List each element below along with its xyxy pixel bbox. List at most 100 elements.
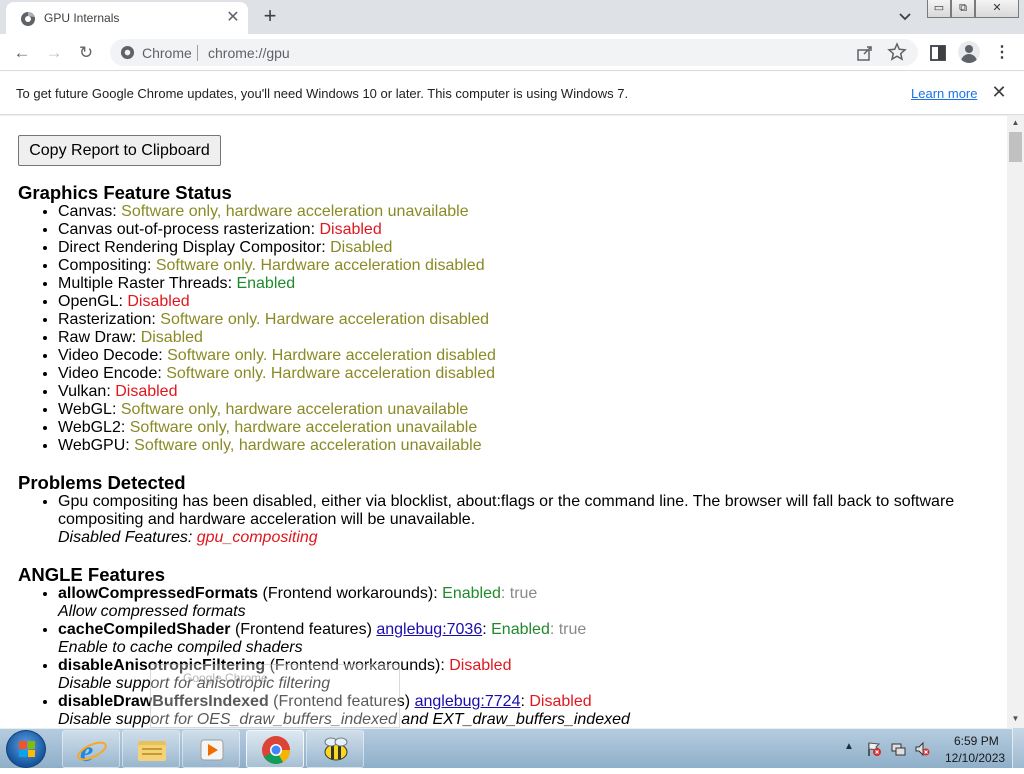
- back-button[interactable]: ←: [9, 40, 35, 66]
- feature-name: WebGL2: [58, 419, 121, 436]
- tab-gpu-internals[interactable]: GPU Internals ✕: [6, 2, 248, 34]
- problem-item: Gpu compositing has been disabled, eithe…: [58, 493, 954, 547]
- share-icon[interactable]: [855, 43, 875, 63]
- feature-name: Video Decode: [58, 347, 159, 364]
- action-center-flag-icon[interactable]: [866, 741, 882, 757]
- scroll-up-arrow-icon[interactable]: ▲: [1007, 116, 1024, 130]
- media-player-icon: [200, 739, 224, 761]
- tab-search-icon[interactable]: [895, 8, 915, 26]
- windows-taskbar: e ▲ 6:59 PM 12/10/2023: [0, 728, 1024, 768]
- angle-feature-category: (Frontend features): [230, 621, 377, 638]
- taskbar-app-bee[interactable]: [306, 730, 364, 768]
- ghost-notification-text: Google Chrome: [183, 671, 268, 685]
- angle-feature-status: Disabled: [529, 693, 592, 710]
- feature-status: Software only. Hardware acceleration dis…: [160, 311, 490, 328]
- windows-logo-icon: [19, 741, 35, 757]
- feature-name: Canvas: [58, 203, 113, 220]
- angle-feature-status: Disabled: [449, 657, 512, 674]
- tab-title: GPU Internals: [44, 11, 120, 25]
- angle-feature-value: : true: [500, 585, 538, 602]
- address-bar[interactable]: Chrome chrome://gpu: [110, 39, 918, 66]
- graphics-feature-list: Canvas: Software only, hardware accelera…: [38, 203, 496, 455]
- feature-name: Raw Draw: [58, 329, 132, 346]
- feature-colon: :: [112, 203, 122, 220]
- feature-status: Disabled: [127, 293, 190, 310]
- feature-name: WebGPU: [58, 437, 126, 454]
- problems-list: Gpu compositing has been disabled, eithe…: [38, 493, 954, 547]
- feature-status: Disabled: [319, 221, 382, 238]
- ghost-notification: Google Chrome: [150, 664, 400, 728]
- new-tab-button[interactable]: +: [258, 5, 282, 29]
- graphics-feature-item: Vulkan: Disabled: [58, 383, 496, 401]
- angle-bug-link[interactable]: anglebug:7724: [415, 693, 521, 710]
- menu-kebab-icon[interactable]: ⋮: [989, 40, 1015, 66]
- feature-status: Software only, hardware acceleration una…: [120, 401, 469, 418]
- volume-muted-icon[interactable]: [914, 741, 930, 757]
- restore-button[interactable]: ⧉: [951, 0, 975, 18]
- graphics-feature-item: Video Encode: Software only. Hardware ac…: [58, 365, 496, 383]
- feature-status: Enabled: [236, 275, 296, 292]
- start-button[interactable]: [6, 730, 46, 768]
- bee-app-icon: [324, 737, 348, 761]
- feature-status: Disabled: [330, 239, 393, 256]
- taskbar-google-chrome[interactable]: [246, 730, 304, 768]
- angle-bug-link[interactable]: anglebug:7036: [376, 621, 482, 638]
- window-close-button[interactable]: ✕: [975, 0, 1019, 18]
- feature-status: Software only, hardware acceleration una…: [129, 419, 478, 436]
- tab-close-icon[interactable]: ✕: [224, 9, 242, 27]
- graphics-feature-item: OpenGL: Disabled: [58, 293, 496, 311]
- vertical-scrollbar[interactable]: ▲ ▼: [1007, 116, 1024, 728]
- graphics-feature-item: Raw Draw: Disabled: [58, 329, 496, 347]
- bookmark-star-icon[interactable]: [887, 42, 907, 62]
- clock-time[interactable]: 6:59 PM: [954, 734, 999, 748]
- forward-button[interactable]: →: [41, 40, 67, 66]
- scroll-down-arrow-icon[interactable]: ▼: [1007, 712, 1024, 726]
- side-panel-icon[interactable]: [925, 40, 951, 66]
- feature-name: Rasterization: [58, 311, 152, 328]
- omnibox-chip: Chrome: [142, 45, 192, 61]
- internet-explorer-icon: e: [77, 735, 107, 768]
- feature-colon: :: [158, 347, 168, 364]
- feature-name: Vulkan: [58, 383, 107, 400]
- angle-feature-description: Enable to cache compiled shaders: [58, 639, 303, 656]
- angle-feature-item: allowCompressedFormats (Frontend workaro…: [58, 585, 630, 621]
- angle-feature-category: (Frontend workarounds):: [258, 585, 443, 602]
- avatar-head: [965, 45, 973, 53]
- problems-detected-heading: Problems Detected: [18, 472, 186, 493]
- scroll-thumb[interactable]: [1009, 132, 1022, 162]
- chrome-page-icon: [21, 12, 35, 26]
- profile-avatar-icon[interactable]: [958, 41, 980, 63]
- taskbar-internet-explorer[interactable]: e: [62, 730, 120, 768]
- problem-disabled-label: Disabled Features:: [58, 529, 197, 546]
- infobar-close-icon[interactable]: ✕: [989, 82, 1009, 102]
- clock-date[interactable]: 12/10/2023: [945, 751, 1005, 765]
- taskbar-file-explorer[interactable]: [122, 730, 180, 768]
- url-text[interactable]: chrome://gpu: [208, 45, 290, 61]
- feature-colon: :: [146, 257, 156, 274]
- minimize-button[interactable]: ▭: [927, 0, 951, 18]
- graphics-feature-item: WebGL2: Software only, hardware accelera…: [58, 419, 496, 437]
- feature-name: Multiple Raster Threads: [58, 275, 228, 292]
- system-tray: ▲ 6:59 PM 12/10/2023: [842, 729, 1024, 769]
- problem-disabled-value: gpu_compositing: [196, 529, 318, 546]
- omnibox-divider: [197, 45, 198, 61]
- graphics-feature-item: Rasterization: Software only. Hardware a…: [58, 311, 496, 329]
- copy-report-button[interactable]: Copy Report to Clipboard: [18, 135, 221, 166]
- chrome-icon: [262, 736, 290, 764]
- network-icon[interactable]: [890, 741, 906, 757]
- tray-expand-icon[interactable]: ▲: [844, 741, 854, 752]
- angle-feature-status: Enabled: [491, 621, 550, 638]
- feature-colon: :: [151, 311, 161, 328]
- reload-button[interactable]: ↻: [73, 40, 99, 66]
- learn-more-link[interactable]: Learn more: [911, 86, 977, 101]
- feature-name: Canvas out-of-process rasterization: [58, 221, 311, 238]
- taskbar-media-player[interactable]: [182, 730, 240, 768]
- problem-text-line1: Gpu compositing has been disabled, eithe…: [58, 493, 955, 510]
- show-desktop-button[interactable]: [1012, 728, 1024, 768]
- angle-features-heading: ANGLE Features: [18, 564, 166, 585]
- window-controls: ▭ ⧉ ✕: [927, 0, 1019, 18]
- feature-status: Disabled: [115, 383, 178, 400]
- problem-text-line2: compositing and hardware acceleration wi…: [58, 511, 476, 528]
- angle-feature-name: cacheCompiledShader: [58, 621, 231, 638]
- feature-name: Video Encode: [58, 365, 158, 382]
